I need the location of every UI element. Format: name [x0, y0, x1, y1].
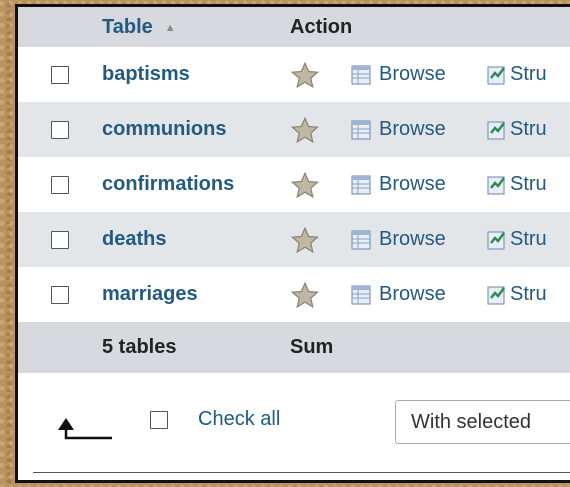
table-row: confirmations Browse Stru: [18, 157, 570, 212]
table-name-link[interactable]: baptisms: [102, 47, 190, 102]
table-count: 5 tables: [102, 336, 177, 358]
with-selected-dropdown[interactable]: With selected: [395, 400, 570, 444]
structure-icon[interactable]: [486, 119, 508, 141]
divider: [33, 472, 570, 473]
table-column-header[interactable]: Table ▲: [102, 7, 176, 48]
browse-link[interactable]: Browse: [379, 47, 446, 102]
select-arrow-icon: [58, 418, 112, 440]
table-row: marriages Browse Stru: [18, 267, 570, 322]
browse-link[interactable]: Browse: [379, 102, 446, 157]
table-header-row: Table ▲ Action: [18, 7, 570, 47]
check-all-link[interactable]: Check all: [198, 408, 280, 431]
sum-label: Sum: [290, 336, 334, 358]
structure-link[interactable]: Stru: [510, 212, 547, 267]
favorite-star-icon[interactable]: [290, 226, 320, 256]
structure-link[interactable]: Stru: [510, 157, 547, 212]
table-row: baptisms Browse Stru: [18, 47, 570, 102]
favorite-star-icon[interactable]: [290, 116, 320, 146]
row-checkbox[interactable]: [51, 66, 69, 84]
row-checkbox[interactable]: [51, 121, 69, 139]
browse-link[interactable]: Browse: [379, 157, 446, 212]
structure-icon[interactable]: [486, 284, 508, 306]
favorite-star-icon[interactable]: [290, 281, 320, 311]
table-row: communions Browse Stru: [18, 102, 570, 157]
table-name-link[interactable]: marriages: [102, 267, 198, 322]
browse-link[interactable]: Browse: [379, 267, 446, 322]
browse-link[interactable]: Browse: [379, 212, 446, 267]
browse-table-icon[interactable]: [351, 120, 371, 140]
structure-icon[interactable]: [486, 229, 508, 251]
row-checkbox[interactable]: [51, 176, 69, 194]
browse-table-icon[interactable]: [351, 175, 371, 195]
table-panel: Table ▲ Action baptisms Browse Stru commu…: [15, 4, 570, 483]
browse-table-icon[interactable]: [351, 230, 371, 250]
bulk-actions-bar: Check all With selected: [18, 376, 570, 460]
structure-icon[interactable]: [486, 64, 508, 86]
structure-link[interactable]: Stru: [510, 102, 547, 157]
row-checkbox[interactable]: [51, 231, 69, 249]
check-all-checkbox[interactable]: [150, 411, 168, 429]
table-name-link[interactable]: deaths: [102, 212, 166, 267]
structure-icon[interactable]: [486, 174, 508, 196]
browse-table-icon[interactable]: [351, 65, 371, 85]
table-row: deaths Browse Stru: [18, 212, 570, 267]
sort-ascending-icon: ▲: [164, 21, 176, 34]
table-name-link[interactable]: confirmations: [102, 157, 234, 212]
table-column-label: Table: [102, 16, 153, 38]
structure-link[interactable]: Stru: [510, 267, 547, 322]
row-checkbox[interactable]: [51, 286, 69, 304]
structure-link[interactable]: Stru: [510, 47, 547, 102]
table-name-link[interactable]: communions: [102, 102, 226, 157]
favorite-star-icon[interactable]: [290, 171, 320, 201]
browse-table-icon[interactable]: [351, 285, 371, 305]
favorite-star-icon[interactable]: [290, 61, 320, 91]
table-footer-row: 5 tables Sum: [18, 322, 570, 373]
action-column-header: Action: [290, 16, 353, 38]
